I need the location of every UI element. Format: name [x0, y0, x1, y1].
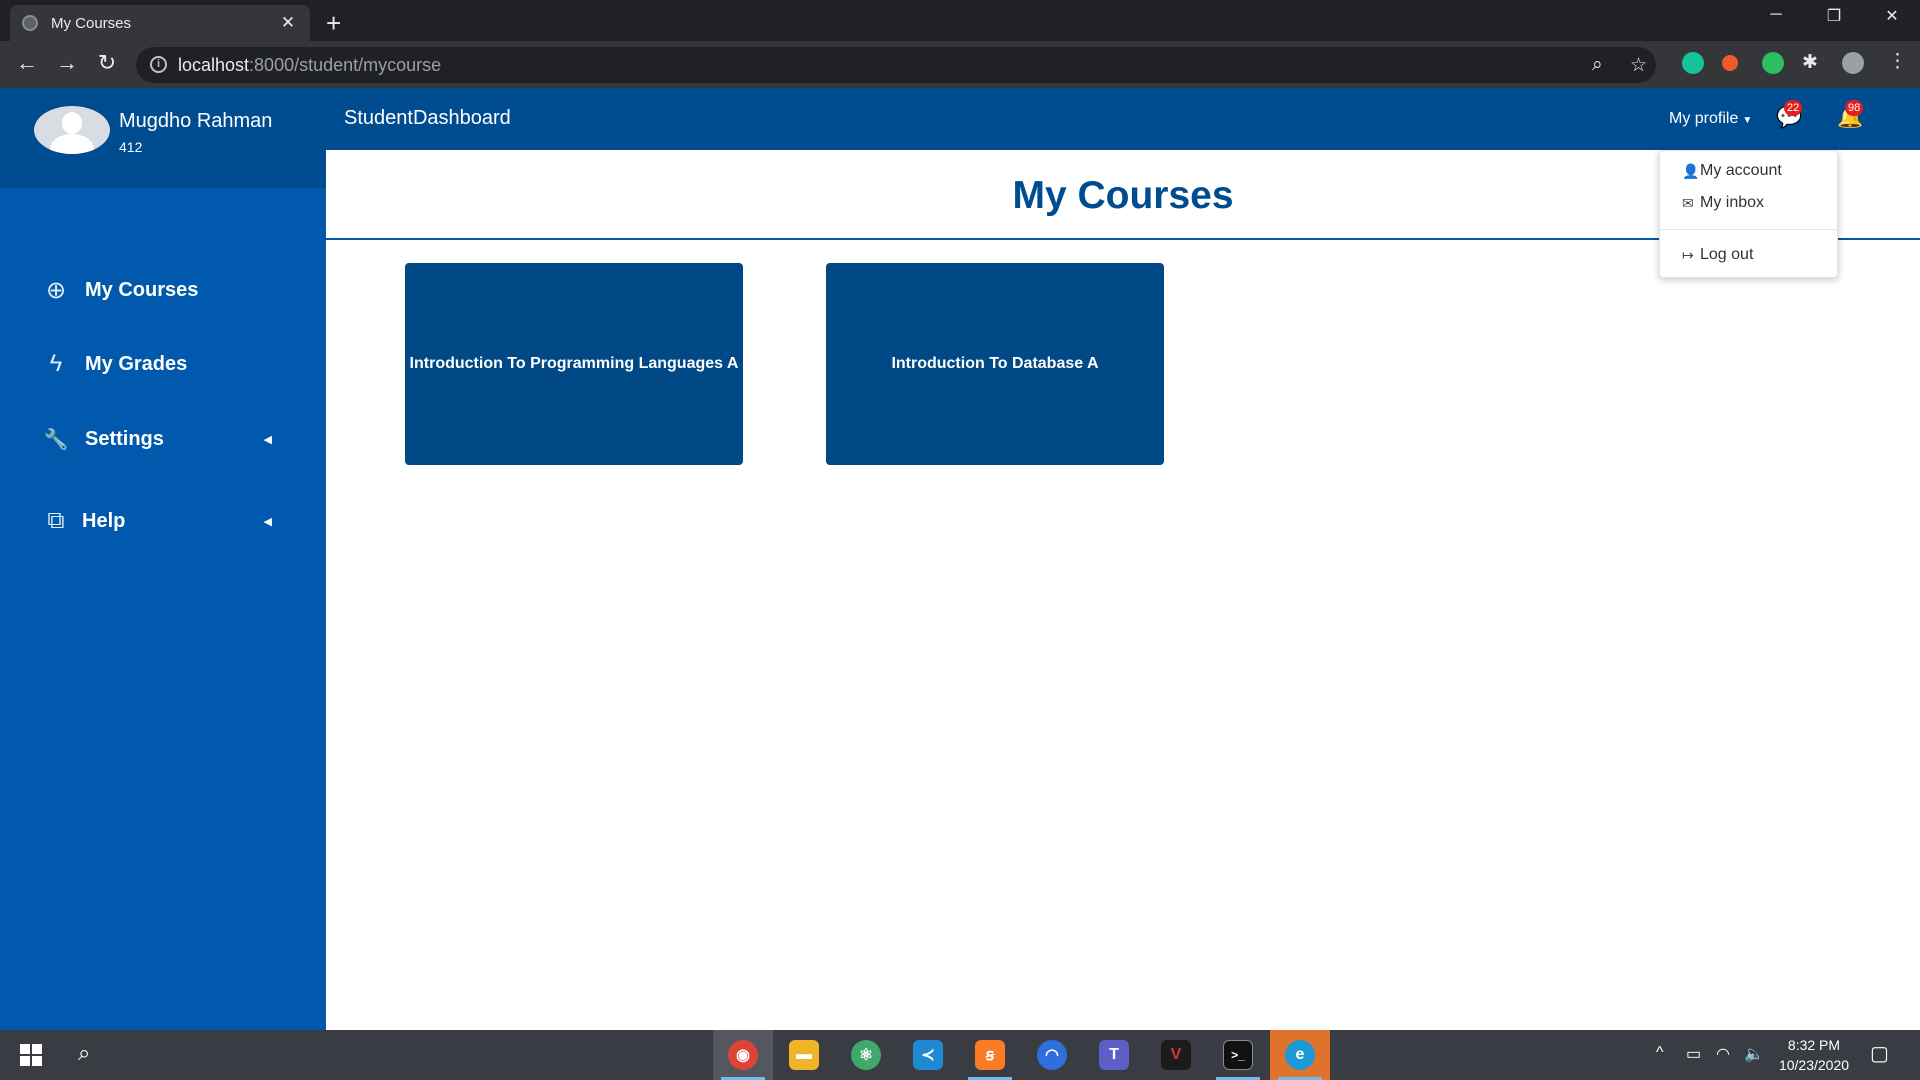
- profile-avatar-icon[interactable]: [1842, 52, 1864, 74]
- life-ring-icon: ⊕: [45, 276, 67, 304]
- sidebar-item-label: Help: [82, 509, 126, 532]
- sidebar-item-settings[interactable]: 🔧 Settings ◀: [0, 414, 326, 464]
- system-clock[interactable]: 8:32 PM 10/23/2020: [1766, 1035, 1862, 1075]
- course-card[interactable]: Introduction To Database A: [826, 263, 1164, 465]
- grammarly-extension-icon[interactable]: [1682, 52, 1704, 74]
- xampp-icon: ꞩ: [975, 1040, 1005, 1070]
- taskbar-app-chrome[interactable]: ◉: [713, 1030, 773, 1080]
- taskbar-app-teams[interactable]: T: [1084, 1030, 1144, 1080]
- back-icon[interactable]: ←: [13, 50, 41, 76]
- folder-icon: ▬: [789, 1040, 819, 1070]
- teams-icon: T: [1099, 1040, 1129, 1070]
- wrench-icon: 🔧: [43, 428, 69, 451]
- browser-toolbar: ← → ↻ i localhost:8000/student/mycourse …: [0, 41, 1920, 88]
- windows-taskbar: ⌕ ◉ ▬ ⚛ ≺ ꞩ ◠ T V >_ e ^ ▭ ◠ 🔈 8:32 PM 1…: [0, 1030, 1920, 1080]
- brand-title[interactable]: StudentDashboard: [344, 107, 511, 130]
- edge-icon: e: [1285, 1040, 1315, 1070]
- taskbar-app-vscode[interactable]: ≺: [898, 1030, 958, 1080]
- log-out-menu-item[interactable]: ↦ Log out: [1682, 246, 1753, 264]
- site-info-icon[interactable]: i: [150, 56, 167, 73]
- sidebar: Mugdho Rahman 412 ⊕ My Courses ϟ My Grad…: [0, 88, 326, 1030]
- kebab-menu-icon[interactable]: ⋮: [1888, 50, 1907, 73]
- sign-out-icon: ↦: [1682, 246, 1694, 263]
- close-tab-icon[interactable]: ✕: [278, 13, 298, 33]
- clock-time: 8:32 PM: [1787, 1037, 1841, 1053]
- sidebar-item-label: My Grades: [85, 352, 188, 375]
- sidebar-item-my-grades[interactable]: ϟ My Grades: [0, 339, 326, 389]
- taskbar-app-terminal[interactable]: >_: [1208, 1030, 1268, 1080]
- terminal-icon: >_: [1223, 1040, 1253, 1070]
- search-icon[interactable]: ⌕: [78, 1040, 90, 1066]
- window-close-icon[interactable]: ✕: [1872, 6, 1912, 26]
- chrome-icon: ◉: [728, 1040, 758, 1070]
- taskbar-app-file-explorer[interactable]: ▬: [774, 1030, 834, 1080]
- my-profile-dropdown-toggle[interactable]: My profile ▼: [1669, 110, 1752, 128]
- forward-icon[interactable]: →: [53, 50, 81, 76]
- show-hidden-icons-chevron-icon[interactable]: ^: [1656, 1044, 1664, 1062]
- taskbar-app-blue-circle[interactable]: ◠: [1022, 1030, 1082, 1080]
- user-name: Mugdho Rahman: [119, 110, 273, 132]
- bookmark-star-icon[interactable]: ☆: [1630, 54, 1647, 77]
- windows-start-icon[interactable]: [20, 1044, 42, 1066]
- user-icon: 👤: [1682, 162, 1700, 179]
- notifications-badge: 98: [1845, 100, 1864, 116]
- bolt-icon: ϟ: [49, 350, 63, 377]
- url-text[interactable]: localhost:8000/student/mycourse: [178, 55, 441, 76]
- user-panel: Mugdho Rahman 412: [0, 88, 326, 188]
- valorant-icon: V: [1161, 1040, 1191, 1070]
- globe-icon: [22, 15, 38, 31]
- chevron-left-icon: ◀: [263, 515, 272, 528]
- my-inbox-menu-item[interactable]: ✉ My inbox: [1682, 194, 1764, 212]
- restore-icon[interactable]: ❐: [1814, 6, 1854, 26]
- browser-tab-strip: My Courses ✕ + ─ ❐ ✕: [0, 0, 1920, 41]
- evernote-extension-icon[interactable]: [1762, 52, 1784, 74]
- extension-fox-icon[interactable]: [1722, 55, 1738, 71]
- reload-icon[interactable]: ↻: [93, 50, 121, 76]
- sidebar-item-my-courses[interactable]: ⊕ My Courses: [0, 265, 326, 315]
- user-id: 412: [119, 139, 143, 155]
- minimize-icon[interactable]: ─: [1756, 6, 1796, 24]
- address-bar[interactable]: i localhost:8000/student/mycourse ⌕ ☆: [136, 47, 1656, 83]
- battery-icon[interactable]: ▭: [1686, 1044, 1701, 1064]
- top-navbar: StudentDashboard My profile ▼ 💬 22 🔔 98: [326, 88, 1920, 150]
- atom-icon: ⚛: [851, 1040, 881, 1070]
- wifi-icon[interactable]: ◠: [1716, 1044, 1730, 1064]
- taskbar-app-valorant[interactable]: V: [1146, 1030, 1206, 1080]
- zoom-icon[interactable]: ⌕: [1592, 54, 1603, 76]
- messages-badge: 22: [1784, 100, 1803, 116]
- avatar: [34, 106, 110, 154]
- vscode-icon: ≺: [913, 1040, 943, 1070]
- my-account-menu-item[interactable]: 👤 My account: [1682, 162, 1782, 180]
- sidebar-item-help[interactable]: ⧉ Help ◀: [0, 496, 326, 546]
- sidebar-item-label: Settings: [85, 427, 164, 450]
- volume-icon[interactable]: 🔈: [1744, 1044, 1764, 1064]
- course-card[interactable]: Introduction To Programming Languages A: [405, 263, 743, 465]
- tab-title: My Courses: [51, 14, 132, 32]
- taskbar-app-xampp[interactable]: ꞩ: [960, 1030, 1020, 1080]
- profile-dropdown-menu: 👤 My account ✉ My inbox ↦ Log out: [1659, 150, 1839, 278]
- windows-restore-icon: ⧉: [47, 507, 65, 534]
- clock-date: 10/23/2020: [1778, 1057, 1850, 1073]
- menu-divider: [1660, 229, 1839, 230]
- chevron-left-icon: ◀: [263, 433, 272, 446]
- new-tab-button[interactable]: +: [326, 8, 341, 39]
- envelope-icon: ✉: [1682, 194, 1694, 211]
- browser-tab[interactable]: My Courses ✕: [10, 5, 310, 41]
- puzzle-extensions-icon[interactable]: ✱: [1802, 51, 1818, 74]
- caret-down-icon: ▼: [1742, 115, 1753, 126]
- app-circle-icon: ◠: [1037, 1040, 1067, 1070]
- action-center-icon[interactable]: ▢: [1870, 1041, 1889, 1066]
- sidebar-item-label: My Courses: [85, 278, 199, 301]
- taskbar-app-edge[interactable]: e: [1270, 1030, 1330, 1080]
- taskbar-app-atom[interactable]: ⚛: [836, 1030, 896, 1080]
